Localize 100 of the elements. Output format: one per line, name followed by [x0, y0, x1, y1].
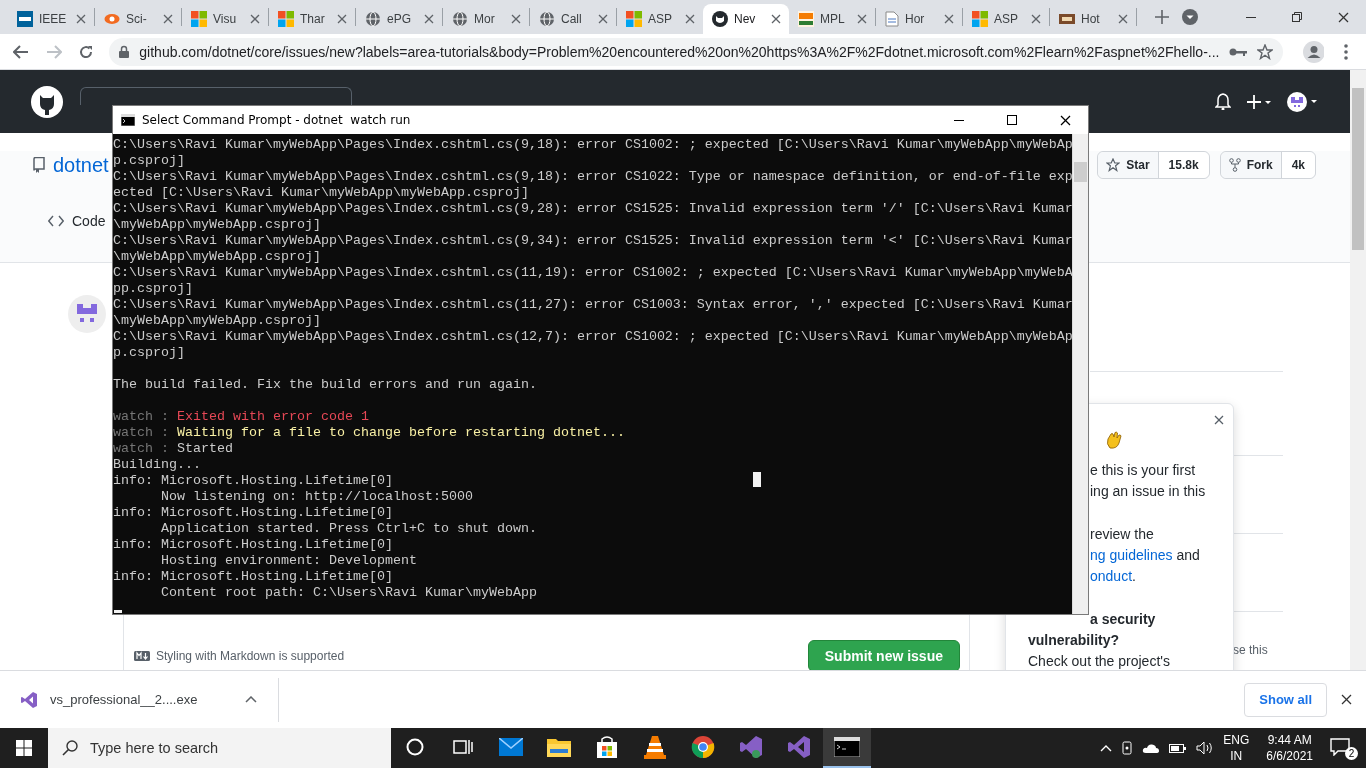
console-line: Building... — [113, 457, 201, 473]
avatar-dropdown-icon[interactable] — [1287, 91, 1318, 112]
cloud-icon[interactable] — [1142, 742, 1161, 754]
cat-logo-icon — [712, 11, 728, 27]
star-icon — [1106, 158, 1121, 172]
browser-tab[interactable]: Hot — [1050, 4, 1136, 34]
console-line: The build failed. Fix the build errors and run again. — [113, 377, 537, 393]
shopping-bag-icon — [596, 736, 618, 758]
phone-icon[interactable] — [1121, 741, 1134, 755]
speaker-icon[interactable] — [1196, 741, 1215, 755]
browser-tab[interactable]: MPL — [789, 4, 875, 34]
reload-icon[interactable] — [79, 44, 94, 59]
chevron-up-icon[interactable] — [1100, 744, 1113, 752]
plus-dropdown-icon[interactable] — [1247, 93, 1271, 110]
traffic-cone-icon — [644, 735, 666, 759]
globe-icon — [365, 11, 381, 27]
console-line: \myWebApp\myWebApp.csproj] — [113, 217, 321, 233]
region-indicator[interactable]: IN — [1230, 748, 1243, 764]
download-file[interactable]: vs_professional__2....exe — [50, 692, 198, 707]
command-prompt-icon — [834, 737, 860, 757]
dropdown-icon[interactable] — [1182, 9, 1198, 25]
browser-tab[interactable]: Sci- — [95, 4, 181, 34]
close-icon[interactable] — [1341, 694, 1352, 705]
clock-time[interactable]: 9:44 AM — [1267, 732, 1312, 748]
browser-tab[interactable]: Visu — [182, 4, 268, 34]
browser-tab[interactable]: ASP — [963, 4, 1049, 34]
address-bar[interactable]: github.com/dotnet/core/issues/new?labels=area-tutorials&body=Problem%20encountered%20on%20https%3A%2F%2Fdotnet.microsoft.com%2Flearn%2Faspnet%2Fhello-... — [109, 37, 1284, 66]
console-line: \myWebApp\myWebApp.csproj] — [113, 249, 321, 265]
logo-icon — [1059, 11, 1075, 27]
scrollbar[interactable] — [1350, 70, 1366, 670]
taskbar-app[interactable] — [823, 728, 871, 768]
four-squares-icon — [626, 11, 642, 27]
taskbar-search-field[interactable]: Type here to search — [48, 728, 391, 768]
restore-icon[interactable] — [1292, 12, 1302, 22]
four-squares-icon — [191, 11, 207, 27]
sidebar-text: se this — [1233, 643, 1269, 657]
mail-icon — [499, 738, 523, 756]
logo-icon — [798, 11, 814, 27]
console-line: Now listening on: http://localhost:5000 — [160, 489, 473, 505]
console-line: C:\Users\Ravi Kumar\myWebApp\Pages\Index.cshtml.cs(9,18): error CS1022: Type or namespace definition, or end-of-file exp — [113, 169, 1072, 185]
guidelines-link[interactable]: ng guidelines — [1090, 547, 1173, 563]
language-indicator[interactable]: ENG — [1223, 732, 1250, 748]
minimize-icon[interactable] — [1246, 16, 1256, 18]
console-line: C:\Users\Ravi Kumar\myWebApp\Pages\Index.cshtml.cs(11,19): error CS1002: ; expected [C:\Users\Ravi Kumar\myWebApp\myWebA — [113, 265, 1072, 281]
visual-studio-icon — [20, 690, 38, 709]
lock-icon — [119, 45, 130, 58]
close-icon[interactable] — [1337, 11, 1349, 23]
repository-owner-link[interactable]: dotnet — [53, 153, 109, 177]
battery-icon[interactable] — [1169, 742, 1188, 754]
browser-tab[interactable]: Hor — [876, 4, 962, 34]
console-line: C:\Users\Ravi Kumar\myWebApp\Pages\Index.cshtml.cs(12,7): error CS1002: ; expected [C:\Users\Ravi Kumar\myWebApp\myWebAp — [113, 329, 1072, 345]
four-squares-icon — [278, 11, 294, 27]
popup-text: Check out the project's — [1027, 652, 1171, 671]
minimize-icon[interactable] — [954, 119, 964, 121]
command-prompt-icon — [121, 114, 135, 126]
code-tab[interactable]: Code — [72, 213, 106, 229]
start-icon[interactable] — [16, 740, 32, 756]
browser-tab[interactable]: ePG — [356, 4, 442, 34]
browser-tab[interactable]: Mor — [443, 4, 529, 34]
notification-icon[interactable] — [1330, 738, 1350, 756]
close-icon[interactable] — [1214, 415, 1224, 425]
browser-tab[interactable]: ASP — [617, 4, 703, 34]
menu-icon[interactable] — [1344, 43, 1348, 60]
avatar-icon — [68, 295, 106, 333]
fork-count[interactable]: 4k — [1281, 152, 1315, 178]
bell-icon[interactable] — [1215, 93, 1231, 110]
show-all-button[interactable]: Show all — [1244, 682, 1327, 717]
fork-icon — [1228, 158, 1241, 172]
popup-text: ing an issue in this — [1089, 482, 1207, 501]
scrollbar[interactable] — [1072, 134, 1088, 614]
console-line: C:\Users\Ravi Kumar\myWebApp\Pages\Index.cshtml.cs(9,18): error CS1002: ; expected [C:\Users\Ravi Kumar\myWebApp\myWebAp — [113, 137, 1072, 153]
caret-up-icon[interactable] — [245, 696, 258, 703]
maximize-icon[interactable] — [1007, 115, 1017, 125]
console-line: pp.csproj] — [113, 281, 193, 297]
profile-icon[interactable] — [1303, 40, 1325, 63]
ieee-logo-icon — [17, 11, 33, 27]
close-icon[interactable] — [771, 14, 781, 24]
clock-date[interactable]: 6/6/2021 — [1266, 748, 1313, 764]
browser-tab[interactable]: Call — [530, 4, 616, 34]
console-line: watch : Exited with error code 1 — [113, 409, 369, 425]
browser-tab[interactable]: Nev — [703, 4, 789, 34]
key-icon[interactable] — [1229, 46, 1248, 57]
star-button[interactable]: Star — [1098, 152, 1159, 178]
chrome-icon — [691, 735, 715, 759]
console-line: info: Microsoft.Hosting.Lifetime[0] — [113, 537, 393, 553]
fork-button[interactable]: Fork — [1220, 152, 1282, 178]
console-line: Application started. Press Ctrl+C to shut down. — [160, 521, 537, 537]
new-tab-icon[interactable] — [1155, 10, 1169, 24]
star-count[interactable]: 15.8k — [1158, 152, 1209, 178]
star-icon[interactable] — [1257, 43, 1274, 60]
text-cursor — [753, 472, 761, 487]
browser-tab[interactable]: Thar — [269, 4, 355, 34]
notification-count: 2 — [1345, 747, 1358, 760]
back-arrow-icon[interactable] — [13, 44, 30, 59]
waving-hand-icon — [1106, 431, 1122, 449]
close-icon[interactable] — [1059, 114, 1071, 126]
console-line: watch : Started — [113, 441, 233, 457]
octocat-logo-icon[interactable] — [31, 85, 63, 118]
browser-tab[interactable]: IEEE — [8, 4, 94, 34]
console-line: ected [C:\Users\Ravi Kumar\myWebApp\myWebApp.csproj] — [113, 185, 529, 201]
